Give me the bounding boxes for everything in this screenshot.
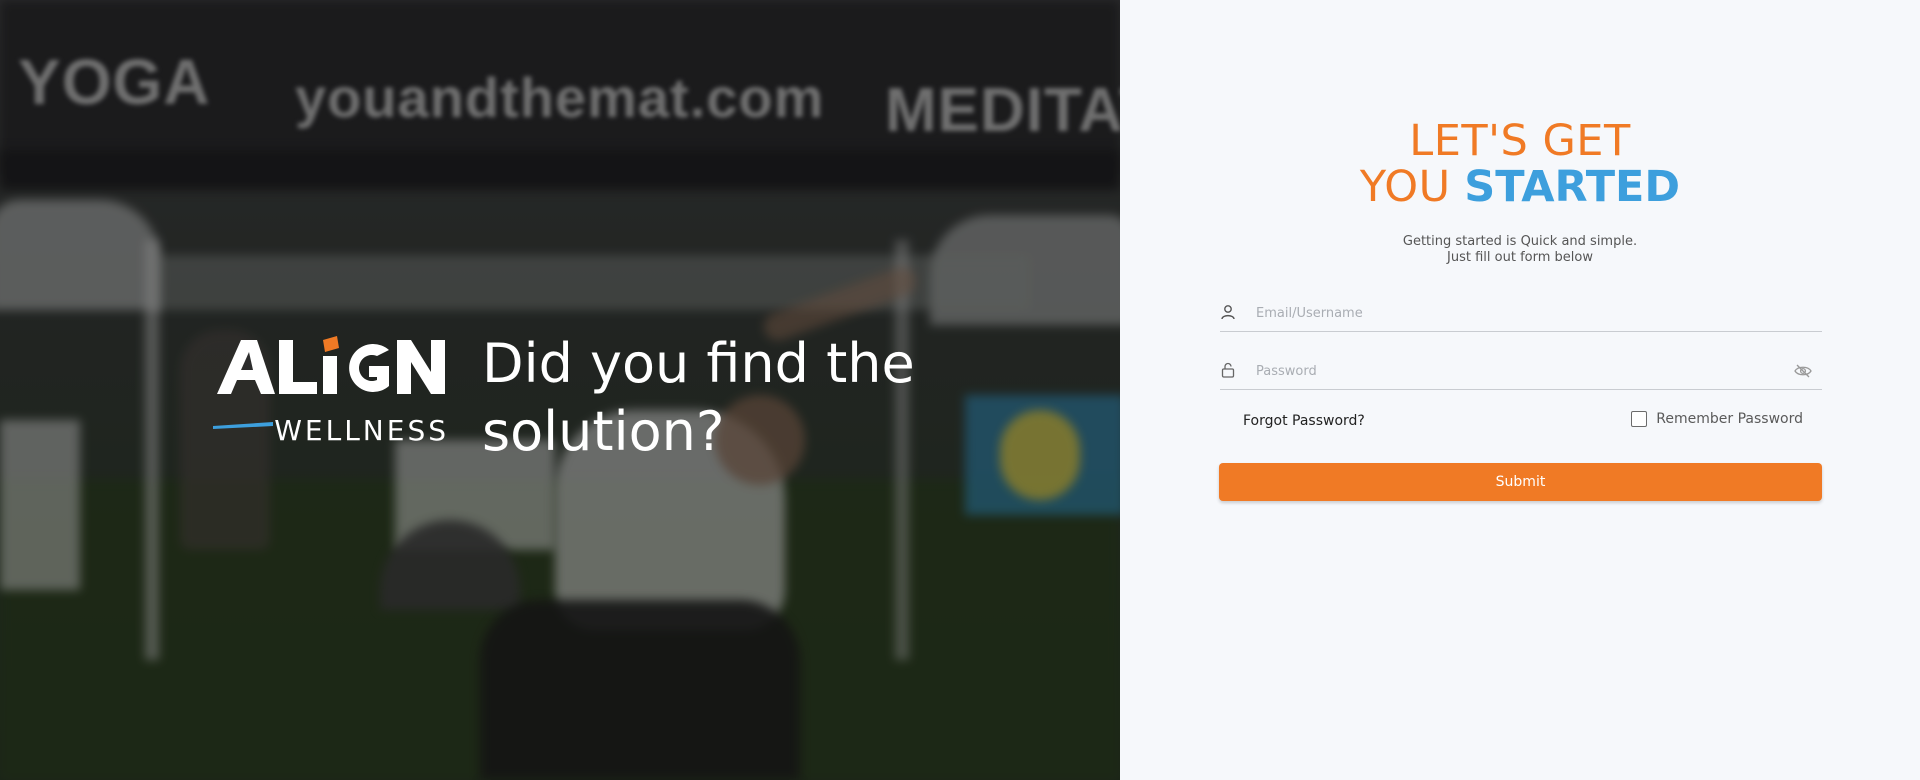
password-field bbox=[1220, 354, 1822, 390]
remember-checkbox[interactable] bbox=[1631, 411, 1648, 427]
email-input[interactable] bbox=[1256, 301, 1776, 325]
subtitle-line-1: Getting started is Quick and simple. bbox=[1402, 234, 1638, 249]
remember-label: Remember Password bbox=[1656, 411, 1803, 427]
brand-block: WELLNESS Did you find the solution? bbox=[213, 330, 962, 466]
page-title: LET'S GET YOU STARTED bbox=[1120, 118, 1920, 210]
subtitle-line-2: Just fill out form below bbox=[1447, 250, 1593, 265]
align-wellness-logo: WELLNESS bbox=[213, 330, 458, 445]
hero-panel: YOGA youandthemat.com MEDITAT bbox=[0, 0, 1120, 780]
title-line-1: LET'S GET bbox=[1409, 116, 1631, 166]
password-input[interactable] bbox=[1256, 359, 1776, 383]
options-row: Forgot Password? Remember Password bbox=[1243, 411, 1803, 433]
submit-button[interactable]: Submit bbox=[1219, 463, 1822, 501]
hero-tagline: Did you find the solution? bbox=[482, 332, 915, 463]
forgot-password-link[interactable]: Forgot Password? bbox=[1243, 413, 1365, 429]
title-word-you: YOU bbox=[1359, 162, 1451, 212]
remember-password-toggle[interactable]: Remember Password bbox=[1631, 411, 1803, 427]
brand-sub-text: WELLNESS bbox=[274, 414, 449, 445]
lock-icon bbox=[1220, 362, 1236, 378]
subtitle: Getting started is Quick and simple. Jus… bbox=[1120, 234, 1920, 266]
title-line-2: YOU STARTED bbox=[1120, 164, 1920, 210]
eye-off-icon[interactable] bbox=[1794, 363, 1812, 379]
title-word-started: STARTED bbox=[1464, 162, 1681, 212]
user-icon bbox=[1220, 304, 1236, 320]
login-panel: LET'S GET YOU STARTED Getting started is… bbox=[1120, 0, 1920, 780]
email-field bbox=[1220, 296, 1822, 332]
